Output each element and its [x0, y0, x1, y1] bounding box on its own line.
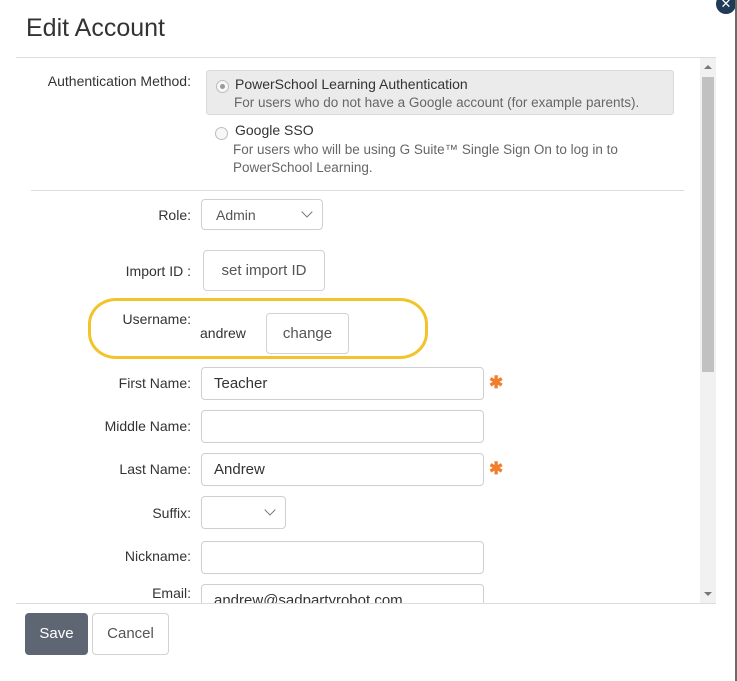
- auth-method-label: Authentication Method:: [47, 73, 191, 89]
- auth-option-powerschool[interactable]: PowerSchool Learning Authentication For …: [206, 70, 674, 115]
- nickname-input[interactable]: [201, 541, 484, 574]
- first-name-input[interactable]: [201, 367, 484, 400]
- suffix-select[interactable]: [201, 496, 286, 529]
- nickname-label: Nickname:: [124, 548, 191, 564]
- radio-powerschool[interactable]: [216, 80, 229, 93]
- suffix-label: Suffix:: [152, 505, 191, 521]
- import-id-label: Import ID :: [125, 263, 191, 279]
- save-button[interactable]: Save: [25, 613, 88, 655]
- section-divider: [31, 190, 684, 191]
- form-scroll-area[interactable]: Authentication Method: PowerSchool Learn…: [16, 58, 716, 603]
- dialog-title: Edit Account: [26, 14, 165, 42]
- scroll-up-arrow-icon[interactable]: [704, 65, 712, 69]
- middle-name-label: Middle Name:: [104, 418, 191, 434]
- role-label: Role:: [158, 207, 191, 223]
- scrollbar-thumb[interactable]: [702, 77, 714, 372]
- edit-account-dialog: ✕ Edit Account Authentication Method: Po…: [0, 0, 736, 681]
- username-label: Username:: [122, 311, 191, 327]
- auth-option-title: PowerSchool Learning Authentication: [235, 76, 468, 92]
- role-select[interactable]: Admin: [201, 199, 323, 230]
- set-import-id-button[interactable]: set import ID: [203, 250, 325, 291]
- middle-name-input[interactable]: [201, 410, 484, 443]
- username-highlight-annotation: [88, 298, 428, 359]
- auth-option-description: For users who will be using G Suite™ Sin…: [233, 142, 618, 157]
- auth-option-description: For users who do not have a Google accou…: [234, 95, 640, 110]
- chevron-down-icon: [301, 206, 313, 218]
- required-icon: ✱: [489, 373, 504, 392]
- email-input[interactable]: [201, 584, 484, 603]
- required-icon: ✱: [489, 459, 504, 478]
- scroll-down-arrow-icon[interactable]: [704, 592, 712, 596]
- footer-divider: [16, 603, 716, 604]
- role-value: Admin: [216, 207, 256, 223]
- change-username-button[interactable]: change: [266, 313, 349, 354]
- last-name-input[interactable]: [201, 453, 484, 486]
- chevron-down-icon: [264, 504, 276, 516]
- close-icon[interactable]: ✕: [716, 0, 736, 14]
- vertical-scrollbar[interactable]: [700, 58, 716, 603]
- cancel-button[interactable]: Cancel: [92, 613, 169, 655]
- auth-option-title: Google SSO: [235, 122, 314, 138]
- last-name-label: Last Name:: [119, 461, 191, 477]
- radio-google-sso[interactable]: [215, 127, 228, 140]
- username-value: andrew: [200, 325, 246, 341]
- email-label: Email:: [152, 585, 191, 601]
- auth-option-description: PowerSchool Learning.: [233, 160, 373, 175]
- first-name-label: First Name:: [118, 375, 191, 391]
